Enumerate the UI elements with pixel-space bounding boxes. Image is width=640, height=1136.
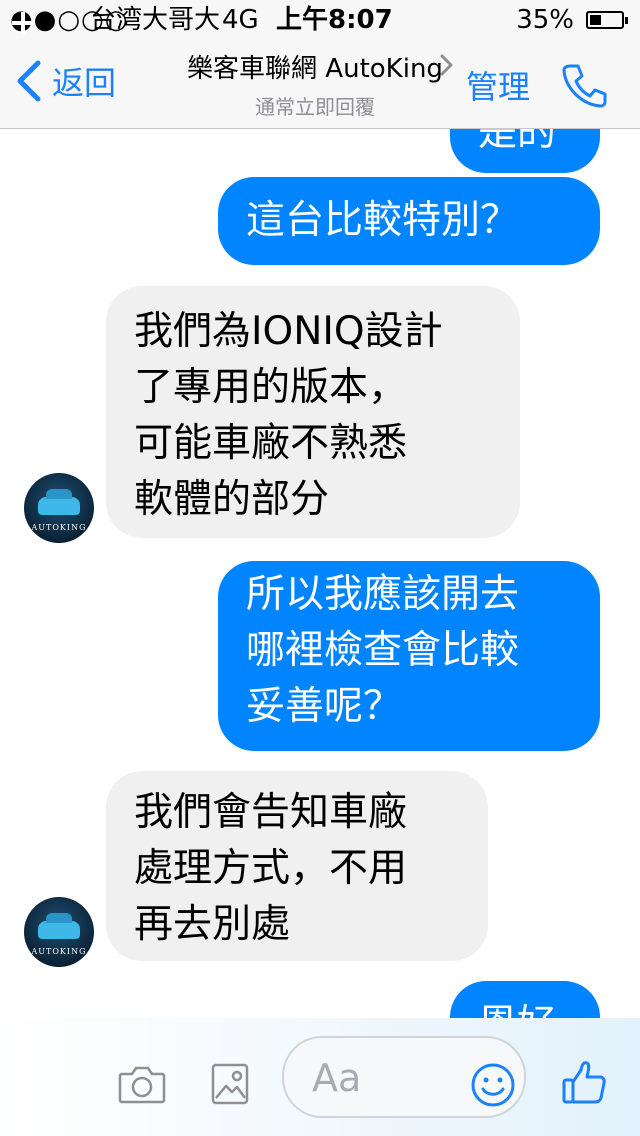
message-line: 可能車廠不熟悉 [134,421,408,466]
status-bar: ●●○○○ 台湾大哥大 4G 上午8:07 35% [0,0,640,40]
message-line: 了專用的版本， [134,365,408,410]
back-label: 返回 [52,64,117,102]
avatar-brand-text: AUTOKING [31,947,87,956]
car-logo-icon [38,489,80,515]
message-input-placeholder: Aa [312,1056,362,1100]
back-button[interactable]: 返回 [14,56,116,106]
conversation-header: 返回 樂客車聯網 AutoKing 通常立即回覆 管理 [0,40,640,129]
smiley-icon[interactable] [470,1062,516,1108]
message-bubble-incoming[interactable]: 我們會告知車廠 處理方式，不用 再去別處 [106,771,488,961]
status-time: 上午8:07 [276,5,393,35]
message-text: 這台比較特別？ [246,198,520,243]
message-bubble-outgoing[interactable]: 恩好 [450,981,600,1018]
message-thread[interactable]: 是的 這台比較特別？ 我們為IONIQ設計 了專用的版本， 可能車廠不熟悉 軟體… [0,129,640,1018]
message-line: 所以我應該開去 [246,572,520,617]
camera-icon[interactable] [118,1064,166,1104]
chevron-right-icon [440,54,453,76]
message-line: 哪裡檢查會比較 [246,628,520,673]
phone-icon[interactable] [560,62,608,108]
avatar[interactable]: AUTOKING [24,473,94,543]
message-line: 我們為IONIQ設計 [134,309,443,354]
message-line: 處理方式，不用 [134,846,408,891]
message-bubble-outgoing[interactable]: 所以我應該開去 哪裡檢查會比較 妥善呢？ [218,561,600,751]
conversation-title-area[interactable]: 樂客車聯網 AutoKing 通常立即回覆 [150,48,480,120]
network-type: 4G [222,5,259,35]
battery-fill [590,15,601,25]
plus-icon-vertical [21,12,25,34]
message-bubble-outgoing[interactable]: 是的 [450,129,600,173]
message-text: 恩好 [478,1002,556,1018]
battery-percent: 35% [516,5,574,35]
message-bubble-outgoing[interactable]: 這台比較特別？ [218,177,600,265]
back-chevron-icon [17,60,41,102]
manage-button[interactable]: 管理 [466,62,530,108]
carrier-name: 台湾大哥大 [90,5,221,35]
image-icon[interactable] [210,1062,250,1106]
message-line: 再去別處 [134,902,291,947]
battery-icon [586,11,628,29]
avatar-brand-text: AUTOKING [31,523,87,532]
message-line: 我們會告知車廠 [134,790,408,835]
avatar[interactable]: AUTOKING [24,897,94,967]
message-text: 是的 [478,129,557,155]
message-line: 妥善呢？ [246,684,403,729]
car-logo-icon [38,913,80,939]
response-time-subtitle: 通常立即回覆 [255,95,375,119]
message-line: 軟體的部分 [134,477,330,522]
message-bubble-incoming[interactable]: 我們為IONIQ設計 了專用的版本， 可能車廠不熟悉 軟體的部分 [106,286,520,538]
thumbs-up-icon[interactable] [560,1058,608,1106]
page-title: 樂客車聯網 AutoKing [187,54,443,84]
